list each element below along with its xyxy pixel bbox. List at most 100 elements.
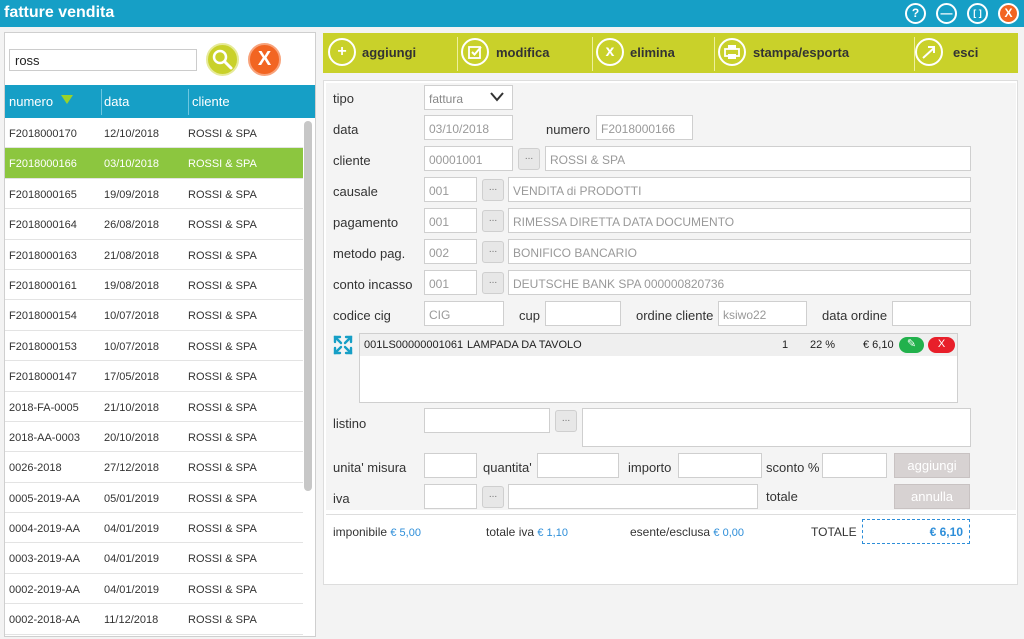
print-export-button[interactable]: stampa/esporta bbox=[715, 33, 914, 73]
tipo-select[interactable]: fattura bbox=[424, 85, 513, 110]
delete-button[interactable]: x elimina bbox=[593, 33, 714, 73]
cliente-code-field[interactable]: 00001001 bbox=[424, 146, 513, 171]
table-row[interactable]: 0026-2018 27/12/2018 ROSSI & SPA bbox=[5, 452, 303, 483]
pagamento-code-field[interactable]: 001 bbox=[424, 208, 477, 233]
listino-desc-field[interactable] bbox=[582, 408, 971, 447]
iva-code-field[interactable] bbox=[424, 484, 477, 509]
close-window-button[interactable]: X bbox=[998, 3, 1019, 24]
table-row[interactable]: F2018000161 19/08/2018 ROSSI & SPA bbox=[5, 269, 303, 301]
print-export-label: stampa/esporta bbox=[753, 45, 850, 60]
cliente-lookup-button[interactable]: ... bbox=[518, 148, 540, 170]
search-button[interactable] bbox=[206, 43, 239, 76]
table-row[interactable]: 2018-FA-0005 21/10/2018 ROSSI & SPA bbox=[5, 391, 303, 422]
delete-line-button[interactable]: X bbox=[928, 337, 955, 353]
column-divider bbox=[188, 89, 189, 115]
quantita-field[interactable] bbox=[537, 453, 619, 478]
exit-button[interactable]: esci bbox=[915, 33, 1018, 73]
iva-lookup-button[interactable]: ... bbox=[482, 486, 504, 508]
conto-code-field[interactable]: 001 bbox=[424, 270, 477, 295]
data-cell: 12/10/2018 bbox=[104, 128, 160, 140]
data-cell: 21/10/2018 bbox=[104, 401, 160, 414]
importo-field[interactable] bbox=[678, 453, 762, 478]
pagamento-desc-field[interactable]: RIMESSA DIRETTA DATA DOCUMENTO bbox=[508, 208, 971, 233]
column-numero[interactable]: numero bbox=[9, 94, 53, 109]
data-cell: 19/09/2018 bbox=[104, 188, 160, 201]
quantita-label: quantita' bbox=[483, 460, 532, 475]
add-button-label: aggiungi bbox=[362, 45, 417, 60]
unita-field[interactable] bbox=[424, 453, 477, 478]
totale-iva-label: totale iva bbox=[486, 525, 535, 539]
invoice-list-panel: X numero data cliente F2018000170 12/10/2… bbox=[4, 32, 316, 637]
numero-cell: F2018000165 bbox=[9, 188, 77, 201]
table-row[interactable]: 0004-2019-AA 04/01/2019 ROSSI & SPA bbox=[5, 513, 303, 544]
imponibile-value: € 5,00 bbox=[390, 527, 421, 539]
numero-cell: 0005-2019-AA bbox=[9, 492, 80, 505]
ordine-field[interactable]: ksiwo22 bbox=[718, 301, 807, 326]
table-row[interactable]: F2018000170 12/10/2018 ROSSI & SPA bbox=[5, 118, 303, 149]
edit-button[interactable]: modifica bbox=[458, 33, 592, 73]
tipo-label: tipo bbox=[333, 91, 354, 106]
column-divider bbox=[101, 89, 102, 115]
minimize-button[interactable]: — bbox=[936, 3, 957, 24]
data-ordine-field[interactable] bbox=[892, 301, 971, 326]
causale-lookup-button[interactable]: ... bbox=[482, 179, 504, 201]
help-button[interactable]: ? bbox=[905, 3, 926, 24]
maximize-button[interactable]: [ ] bbox=[967, 3, 988, 24]
search-input[interactable] bbox=[9, 49, 197, 71]
pagamento-lookup-button[interactable]: ... bbox=[482, 210, 504, 232]
metodo-code-field[interactable]: 002 bbox=[424, 239, 477, 264]
totale-label: TOTALE bbox=[811, 525, 857, 539]
table-row[interactable]: 0005-2019-AA 05/01/2019 ROSSI & SPA bbox=[5, 482, 303, 514]
tipo-value: fattura bbox=[429, 92, 464, 106]
causale-code-field[interactable]: 001 bbox=[424, 177, 477, 202]
table-row[interactable]: F2018000164 26/08/2018 ROSSI & SPA bbox=[5, 209, 303, 240]
cancel-line-button[interactable]: annulla bbox=[894, 484, 970, 509]
cliente-cell: ROSSI & SPA bbox=[188, 279, 257, 292]
sconto-field[interactable] bbox=[822, 453, 887, 478]
expand-icon[interactable] bbox=[333, 335, 353, 355]
column-cliente[interactable]: cliente bbox=[192, 94, 230, 109]
data-cell: 10/07/2018 bbox=[104, 340, 160, 353]
conto-lookup-button[interactable]: ... bbox=[482, 272, 504, 294]
iva-desc-field[interactable] bbox=[508, 484, 758, 509]
invoice-list: F2018000170 12/10/2018 ROSSI & SPA F2018000… bbox=[5, 118, 303, 638]
cup-field[interactable] bbox=[545, 301, 621, 326]
listino-lookup-button[interactable]: ... bbox=[555, 410, 577, 432]
toolbar: + aggiungi modifica x elimina stampa/esp… bbox=[323, 33, 1018, 73]
cliente-name-field[interactable]: ROSSI & SPA bbox=[545, 146, 971, 171]
list-scrollbar[interactable] bbox=[304, 121, 312, 491]
table-row[interactable]: F2018000165 19/09/2018 ROSSI & SPA bbox=[5, 178, 303, 210]
numero-field[interactable]: F2018000166 bbox=[596, 115, 693, 140]
table-row[interactable]: F2018000166 03/10/2018 ROSSI & SPA bbox=[5, 148, 303, 179]
data-ordine-label: data ordine bbox=[822, 308, 888, 323]
add-line-button[interactable]: aggiungi bbox=[894, 453, 970, 478]
table-row[interactable]: 2018-AA-0003 20/10/2018 ROSSI & SPA bbox=[5, 421, 303, 453]
metodo-desc-field[interactable]: BONIFICO BANCARIO bbox=[508, 239, 971, 264]
sort-down-icon bbox=[61, 95, 73, 104]
esente-summary: esente/esclusa € 0,00 bbox=[630, 525, 744, 539]
add-button[interactable]: + aggiungi bbox=[323, 33, 457, 73]
cliente-cell: ROSSI & SPA bbox=[188, 128, 257, 140]
data-field[interactable]: 03/10/2018 bbox=[424, 115, 513, 140]
causale-desc-field[interactable]: VENDITA di PRODOTTI bbox=[508, 177, 971, 202]
table-row[interactable]: F2018000147 17/05/2018 ROSSI & SPA bbox=[5, 361, 303, 392]
table-row[interactable]: 0002-2019-AA 04/01/2019 ROSSI & SPA bbox=[5, 573, 303, 605]
printer-icon bbox=[718, 38, 746, 66]
listino-code-field[interactable] bbox=[424, 408, 550, 433]
conto-desc-field[interactable]: DEUTSCHE BANK SPA 000000820736 bbox=[508, 270, 971, 295]
numero-cell: F2018000170 bbox=[9, 128, 77, 140]
clear-search-button[interactable]: X bbox=[248, 43, 281, 76]
data-cell: 21/08/2018 bbox=[104, 249, 160, 262]
metodo-lookup-button[interactable]: ... bbox=[482, 241, 504, 263]
table-row[interactable]: F2018000154 10/07/2018 ROSSI & SPA bbox=[5, 300, 303, 331]
cliente-cell: ROSSI & SPA bbox=[188, 188, 257, 201]
column-data[interactable]: data bbox=[104, 94, 129, 109]
sconto-label: sconto % bbox=[766, 460, 820, 475]
table-row[interactable]: 0003-2019-AA 04/01/2019 ROSSI & SPA bbox=[5, 543, 303, 574]
edit-line-button[interactable]: ✎ bbox=[899, 337, 924, 353]
cig-field[interactable]: CIG bbox=[424, 301, 504, 326]
invoice-line-row[interactable]: 001LS00000001061 LAMPADA DA TAVOLO 1 22 … bbox=[360, 334, 957, 356]
table-row[interactable]: 0002-2018-AA 11/12/2018 ROSSI & SPA bbox=[5, 604, 303, 635]
table-row[interactable]: F2018000153 10/07/2018 ROSSI & SPA bbox=[5, 330, 303, 362]
table-row[interactable]: F2018000163 21/08/2018 ROSSI & SPA bbox=[5, 239, 303, 270]
